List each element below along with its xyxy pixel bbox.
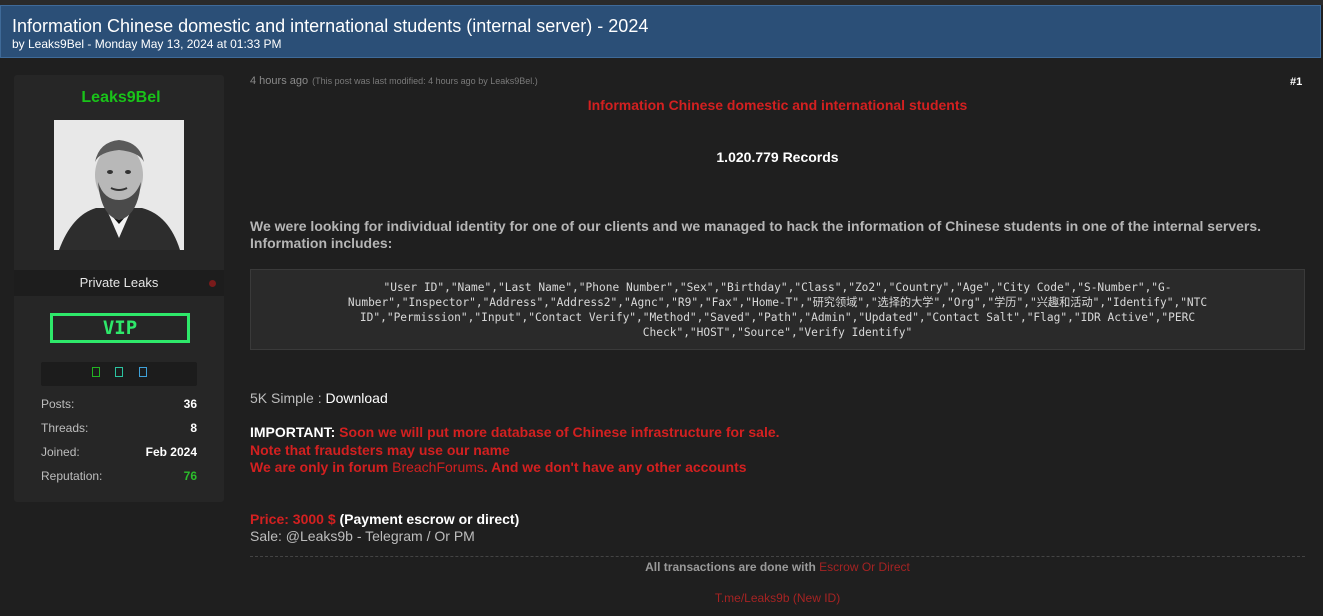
stat-reputation: Reputation: 76 xyxy=(41,469,197,493)
stat-value[interactable]: 36 xyxy=(184,397,197,411)
forum-prefix: We are only in forum xyxy=(250,459,393,475)
important-text: Soon we will put more database of Chines… xyxy=(335,424,780,440)
sample-label: 5K Simple : xyxy=(250,390,326,406)
avatar[interactable] xyxy=(54,120,184,250)
stat-posts: Posts: 36 xyxy=(41,397,197,421)
price-label: Price: 3000 $ xyxy=(250,511,336,527)
escrow-link[interactable]: Escrow Or Direct xyxy=(819,560,910,574)
price-suffix: (Payment escrow or direct) xyxy=(335,511,520,527)
sample-download-line: 5K Simple : Download xyxy=(250,390,388,406)
records-count: 1.020.779 Records xyxy=(716,149,839,165)
forum-link[interactable]: BreachForums xyxy=(392,459,484,475)
user-stats: Posts: 36 Threads: 8 Joined: Feb 2024 Re… xyxy=(41,397,197,493)
stat-label: Reputation: xyxy=(41,469,103,483)
post-meta: 4 hours ago (This post was last modified:… xyxy=(250,75,538,87)
post-headline: Information Chinese domestic and interna… xyxy=(587,97,968,113)
forum-note: We are only in forum BreachForums. And w… xyxy=(250,459,780,477)
stat-value[interactable]: 8 xyxy=(190,421,197,435)
download-link[interactable]: Download xyxy=(325,390,387,406)
important-label: IMPORTANT: xyxy=(250,424,336,440)
stat-label: Posts: xyxy=(41,397,75,411)
stat-label: Joined: xyxy=(41,445,80,459)
signature-transactions: All transactions are done with Escrow Or… xyxy=(250,560,1305,574)
stat-threads: Threads: 8 xyxy=(41,421,197,445)
post-number-link[interactable]: #1 xyxy=(1290,76,1302,88)
vip-badge: VIP xyxy=(50,313,190,343)
username-link[interactable]: Leaks9Bel xyxy=(14,89,224,107)
telegram-link[interactable]: T.me/Leaks9b (New ID) xyxy=(250,591,1305,605)
forum-suffix: . And we don't have any other accounts xyxy=(483,459,747,475)
stat-label: Threads: xyxy=(41,421,89,435)
award-badges xyxy=(41,362,197,386)
fraud-note: Note that fraudsters may use our name xyxy=(250,441,510,458)
post-intro: We were looking for individual identity … xyxy=(250,218,1300,252)
offline-status-icon xyxy=(209,280,216,287)
important-notice: IMPORTANT: Soon we will put more databas… xyxy=(250,424,780,477)
user-rank-title: Private Leaks xyxy=(79,275,159,290)
user-rank-bar: Private Leaks xyxy=(14,270,224,296)
intro-text: We were looking for individual identity … xyxy=(250,218,1261,234)
badge-green-icon[interactable] xyxy=(92,367,100,377)
important-line: IMPORTANT: Soon we will put more databas… xyxy=(250,424,780,442)
thread-title: Information Chinese domestic and interna… xyxy=(12,16,649,36)
thread-header: Information Chinese domestic and interna… xyxy=(0,5,1321,58)
stat-value: Feb 2024 xyxy=(145,445,197,459)
sale-contact: Sale: @Leaks9b - Telegram / Or PM xyxy=(250,528,475,544)
username-text[interactable]: Leaks9Bel xyxy=(81,89,160,106)
badge-blue-icon[interactable] xyxy=(139,367,147,377)
stat-value[interactable]: 76 xyxy=(184,469,197,483)
thread-byline[interactable]: by Leaks9Bel - Monday May 13, 2024 at 01… xyxy=(12,37,282,51)
author-profile-card: Leaks9Bel Private Leaks VIP Posts: 36 Th… xyxy=(14,75,224,502)
fields-code-block: "User ID","Name","Last Name","Phone Numb… xyxy=(250,269,1305,350)
transactions-text: All transactions are done with xyxy=(645,560,820,574)
badge-teal-icon[interactable] xyxy=(115,367,123,377)
post-modified-note: (This post was last modified: 4 hours ag… xyxy=(312,76,538,86)
stat-joined: Joined: Feb 2024 xyxy=(41,445,197,469)
intro-includes: Information includes: xyxy=(250,235,393,251)
signature-divider xyxy=(250,556,1305,557)
post-time: 4 hours ago xyxy=(250,75,309,87)
price-line: Price: 3000 $ (Payment escrow or direct) xyxy=(250,511,519,527)
